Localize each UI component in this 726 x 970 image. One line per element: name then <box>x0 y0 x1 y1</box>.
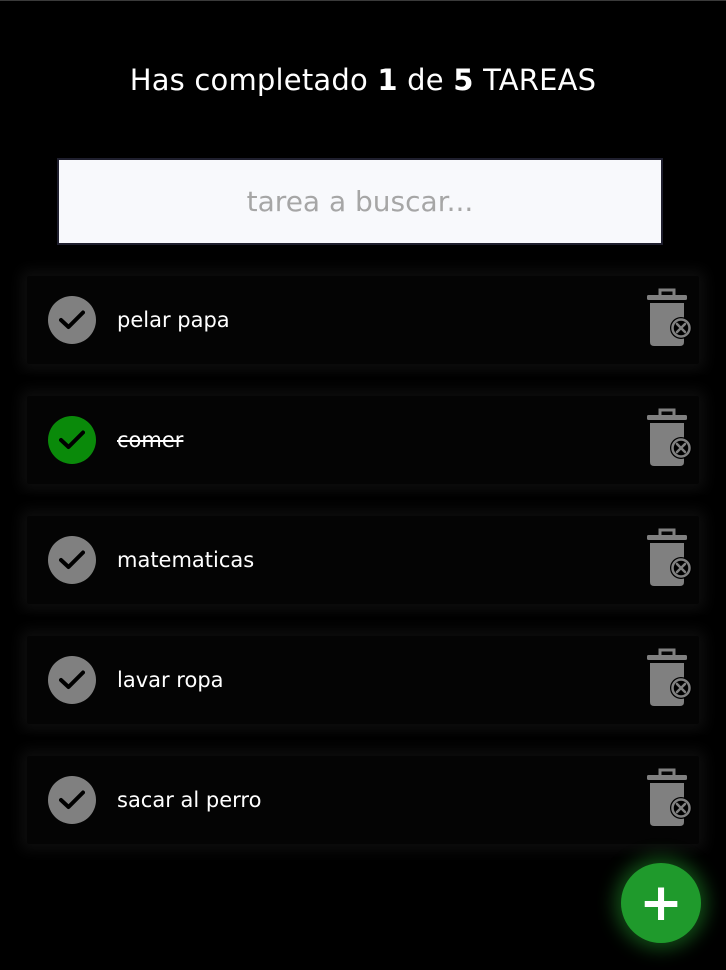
todo-item: matematicas <box>27 516 699 604</box>
todo-text: comer <box>117 428 184 452</box>
total-count: 5 <box>453 63 474 97</box>
complete-toggle[interactable] <box>48 656 96 704</box>
todo-text: sacar al perro <box>117 788 262 812</box>
todo-text: matematicas <box>117 548 255 572</box>
todo-item: comer <box>27 396 699 484</box>
add-todo-button[interactable]: + <box>621 863 701 943</box>
check-icon <box>59 670 85 689</box>
check-icon <box>59 790 85 809</box>
search-input[interactable] <box>59 160 661 243</box>
trash-delete-icon <box>647 408 692 466</box>
trash-delete-icon <box>647 768 692 826</box>
title-prefix: Has completado <box>129 63 368 97</box>
check-icon <box>59 310 85 329</box>
todo-item: pelar papa <box>27 276 699 364</box>
top-border <box>0 0 726 1</box>
check-icon <box>59 430 85 449</box>
search-box <box>57 158 663 245</box>
todo-text: lavar ropa <box>117 668 224 692</box>
trash-delete-icon <box>647 528 692 586</box>
complete-toggle[interactable] <box>48 416 96 464</box>
delete-button[interactable] <box>647 406 695 470</box>
delete-button[interactable] <box>647 286 695 350</box>
todo-item: lavar ropa <box>27 636 699 724</box>
completed-count: 1 <box>377 63 398 97</box>
plus-icon: + <box>639 873 683 933</box>
complete-toggle[interactable] <box>48 776 96 824</box>
todo-list: pelar papa comer matematicas lavar ropa … <box>27 276 699 876</box>
page-title: Has completado 1 de 5 TAREAS <box>0 60 726 100</box>
title-middle: de <box>407 63 444 97</box>
title-suffix: TAREAS <box>483 63 597 97</box>
delete-button[interactable] <box>647 766 695 830</box>
complete-toggle[interactable] <box>48 296 96 344</box>
todo-text: pelar papa <box>117 308 230 332</box>
todo-item: sacar al perro <box>27 756 699 844</box>
trash-delete-icon <box>647 288 692 346</box>
delete-button[interactable] <box>647 646 695 710</box>
delete-button[interactable] <box>647 526 695 590</box>
check-icon <box>59 550 85 569</box>
complete-toggle[interactable] <box>48 536 96 584</box>
trash-delete-icon <box>647 648 692 706</box>
